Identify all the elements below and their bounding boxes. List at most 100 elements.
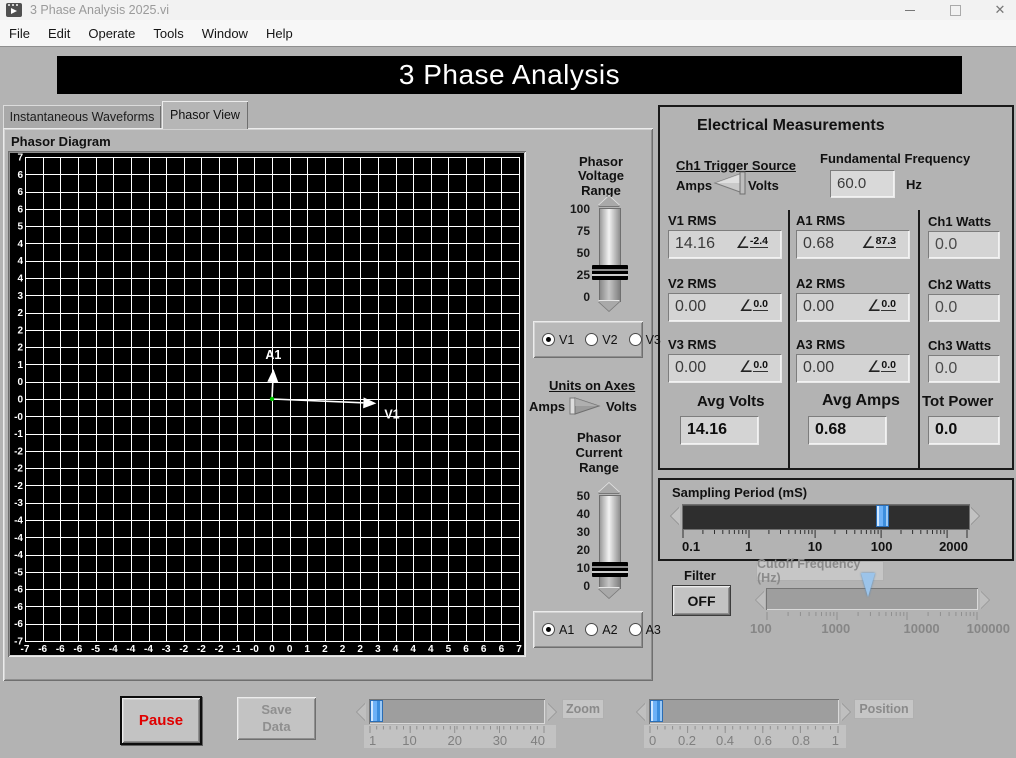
maximize-icon[interactable] (939, 0, 971, 20)
frequency-value: 60.0 (837, 175, 866, 192)
ch1-watts-label: Ch1 Watts (928, 214, 991, 229)
current-range-title: Phasor Current Range (551, 431, 647, 476)
cutoff-tick-100: 100 (750, 621, 772, 636)
svg-text:4: 4 (410, 644, 416, 655)
position-tick-labels: 0 0.2 0.4 0.6 0.8 1 (649, 733, 839, 747)
voltage-range-scale: 100 75 50 25 0 (556, 202, 590, 304)
a1-rms-display: 0.68 ∠87.3 (796, 230, 909, 258)
menu-window[interactable]: Window (193, 26, 257, 41)
radio-v1[interactable]: V1 (542, 333, 574, 347)
radio-a3-dot[interactable] (629, 623, 642, 636)
svg-text:-6: -6 (73, 644, 82, 655)
zoom-slider-handle[interactable] (370, 700, 383, 722)
voltage-slider-increment-arrow[interactable] (598, 196, 620, 206)
position-slider-handle[interactable] (650, 700, 663, 722)
measurements-title: Electrical Measurements (697, 117, 885, 135)
current-scale-30: 30 (577, 525, 590, 539)
sampling-decrement-arrow[interactable] (671, 507, 680, 525)
trigger-source-switch[interactable] (710, 171, 746, 195)
cutoff-slider-pointer[interactable] (861, 573, 875, 597)
v2-rms-angle: ∠0.0 (739, 300, 768, 314)
position-decrement-arrow[interactable] (637, 703, 646, 721)
radio-a2-dot[interactable] (585, 623, 598, 636)
radio-v3[interactable]: V3 (629, 333, 661, 347)
a2-rms-display: 0.00 ∠0.0 (796, 293, 909, 321)
avg-amps-display: 0.68 (808, 416, 886, 444)
radio-v2-label: V2 (602, 333, 617, 347)
units-right-label: Volts (606, 399, 637, 414)
current-slider-increment-arrow[interactable] (598, 483, 620, 493)
a2-rms-label: A2 RMS (796, 276, 845, 291)
menu-file[interactable]: File (0, 26, 39, 41)
current-slider-handle[interactable] (592, 562, 628, 577)
position-tick-1: 1 (832, 733, 839, 748)
a3-rms-angle: ∠0.0 (867, 361, 896, 375)
radio-a1-label: A1 (559, 623, 574, 637)
radio-a1-dot[interactable] (542, 623, 555, 636)
position-increment-arrow[interactable] (841, 703, 850, 721)
cutoff-increment-arrow[interactable] (980, 591, 989, 609)
frequency-unit: Hz (906, 177, 922, 192)
svg-text:4: 4 (393, 644, 399, 655)
voltage-slider-track[interactable] (599, 208, 621, 302)
v1-rms-label: V1 RMS (668, 213, 716, 228)
svg-text:7: 7 (17, 153, 23, 164)
angle-icon: ∠ (867, 361, 881, 375)
current-slider-track[interactable] (599, 495, 621, 589)
svg-text:-5: -5 (91, 644, 100, 655)
svg-text:6: 6 (463, 644, 469, 655)
measurements-divider-1 (788, 210, 790, 468)
svg-text:-2: -2 (197, 644, 206, 655)
units-switch[interactable] (569, 395, 603, 417)
position-slider-track[interactable] (649, 699, 839, 724)
menu-help[interactable]: Help (257, 26, 302, 41)
svg-text:7: 7 (516, 644, 522, 655)
cutoff-decrement-arrow[interactable] (756, 591, 765, 609)
radio-v3-label: V3 (646, 333, 661, 347)
zoom-slider-track[interactable] (369, 699, 545, 724)
phasor-plot: -77-66-66-66-55-44-44-44-33-22-22-22-11-… (8, 151, 526, 657)
tab-instantaneous-waveforms[interactable]: Instantaneous Waveforms (3, 105, 161, 129)
close-icon[interactable]: ✕ (984, 0, 1016, 20)
v2-rms-label: V2 RMS (668, 276, 716, 291)
zoom-tick-1: 1 (369, 733, 376, 748)
frequency-input[interactable]: 60.0 (830, 170, 894, 197)
voltage-slider-decrement-arrow[interactable] (598, 301, 620, 311)
ch2-watts-display: 0.0 (928, 294, 999, 321)
zoom-tick-labels: 1 10 20 30 40 (369, 733, 545, 747)
voltage-channel-selector: V1 V2 V3 (533, 321, 643, 358)
pause-button[interactable]: Pause (122, 698, 200, 743)
filter-off-button[interactable]: OFF (673, 586, 730, 615)
voltage-slider-handle[interactable] (592, 265, 628, 280)
sampling-increment-arrow[interactable] (970, 507, 979, 525)
menu-edit[interactable]: Edit (39, 26, 79, 41)
radio-v3-dot[interactable] (629, 333, 642, 346)
radio-a1[interactable]: A1 (542, 623, 574, 637)
svg-text:5: 5 (446, 644, 452, 655)
sampling-slider-track[interactable] (682, 504, 970, 530)
radio-v1-dot[interactable] (542, 333, 555, 346)
radio-a2[interactable]: A2 (585, 623, 617, 637)
svg-text:1: 1 (17, 360, 23, 371)
zoom-increment-arrow[interactable] (547, 703, 556, 721)
radio-v2[interactable]: V2 (585, 333, 617, 347)
svg-text:-1: -1 (14, 429, 23, 440)
save-data-button[interactable]: Save Data (237, 697, 316, 740)
zoom-tick-10: 10 (402, 733, 416, 748)
zoom-decrement-arrow[interactable] (357, 703, 366, 721)
current-slider-decrement-arrow[interactable] (598, 588, 620, 598)
svg-text:-3: -3 (162, 644, 171, 655)
radio-v2-dot[interactable] (585, 333, 598, 346)
radio-a3[interactable]: A3 (629, 623, 661, 637)
minimize-icon[interactable] (894, 0, 926, 20)
svg-text:-6: -6 (14, 602, 23, 613)
svg-text:4: 4 (17, 256, 23, 267)
menu-operate[interactable]: Operate (79, 26, 144, 41)
tab-phasor-view[interactable]: Phasor View (162, 101, 248, 129)
save-data-line2: Data (262, 719, 290, 735)
current-range-title-line2: Current (551, 446, 647, 461)
menu-tools[interactable]: Tools (144, 26, 192, 41)
sampling-slider-handle[interactable] (876, 505, 889, 527)
trigger-left-label: Amps (676, 178, 712, 193)
ch3-watts-value: 0.0 (935, 360, 957, 378)
